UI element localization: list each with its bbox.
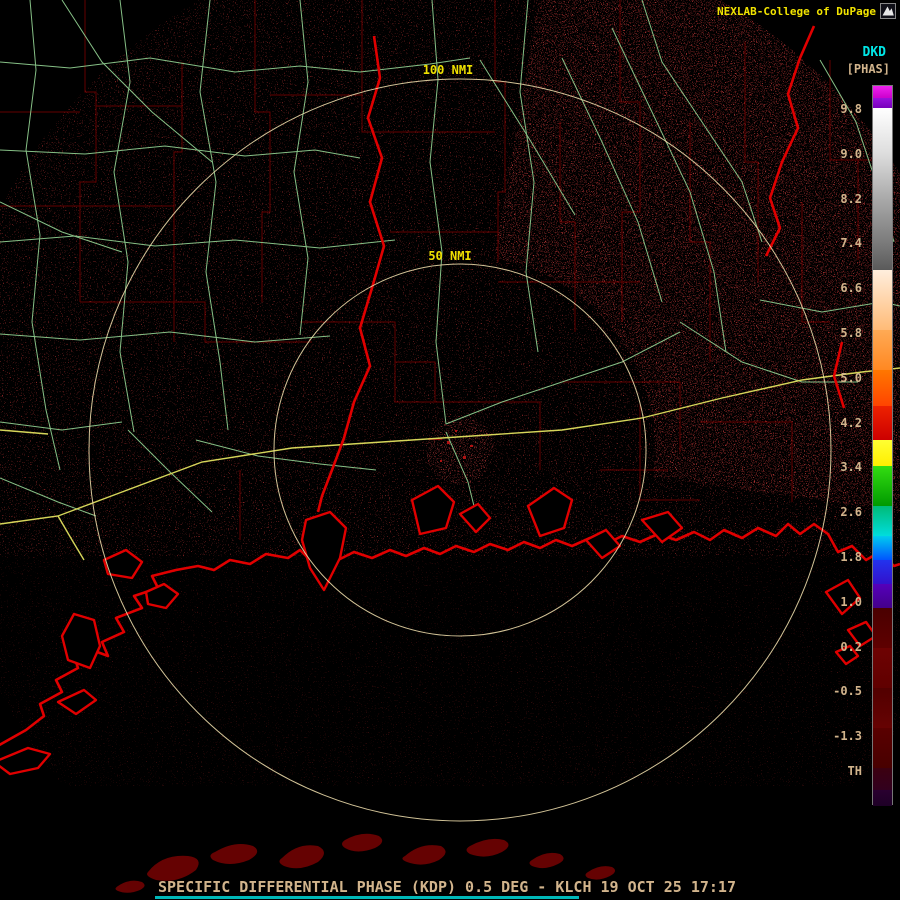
colorbar-segment	[873, 466, 892, 506]
cod-logo-icon	[880, 3, 896, 19]
range-ring-label-50: 50 NMI	[428, 249, 471, 263]
colorbar-segment	[873, 584, 892, 608]
colorbar-segment	[873, 688, 892, 728]
colorbar-segment	[873, 246, 892, 270]
colorbar-segment	[873, 290, 892, 330]
caption-underline	[155, 896, 579, 899]
colorbar-segment	[873, 728, 892, 768]
colorbar-segment	[873, 98, 892, 108]
colorbar-segment	[873, 768, 892, 790]
product-caption: SPECIFIC DIFFERENTIAL PHASE (KDP) 0.5 DE…	[158, 878, 736, 896]
radar-map: 50 NMI 100 NMI	[0, 0, 900, 893]
colorbar-segment	[873, 270, 892, 290]
colorbar-segment	[873, 370, 892, 406]
product-code-label: DKD	[862, 45, 886, 60]
colorbar-segment	[873, 608, 892, 648]
colorbar-segment	[873, 560, 892, 584]
colorbar-segment	[873, 330, 892, 370]
radar-echo-field	[0, 0, 900, 893]
colorbar	[872, 85, 893, 806]
colorbar-segment	[873, 440, 892, 466]
attribution-text: NEXLAB-College of DuPage	[717, 5, 876, 18]
range-ring-label-100: 100 NMI	[423, 63, 474, 77]
colorbar-segment	[873, 154, 892, 200]
colorbar-segment	[873, 86, 892, 98]
radar-display: 50 NMI 100 NMI NEXLAB-College of DuPage …	[0, 0, 900, 900]
colorbar-segment	[873, 648, 892, 688]
colorbar-segment	[873, 406, 892, 440]
units-label: [PHAS]	[846, 62, 890, 76]
colorbar-segment	[873, 200, 892, 246]
colorbar-segment	[873, 790, 892, 806]
colorbar-segment	[873, 506, 892, 536]
colorbar-segment	[873, 108, 892, 154]
colorbar-threshold-label: TH	[847, 764, 862, 778]
colorbar-segment	[873, 536, 892, 560]
